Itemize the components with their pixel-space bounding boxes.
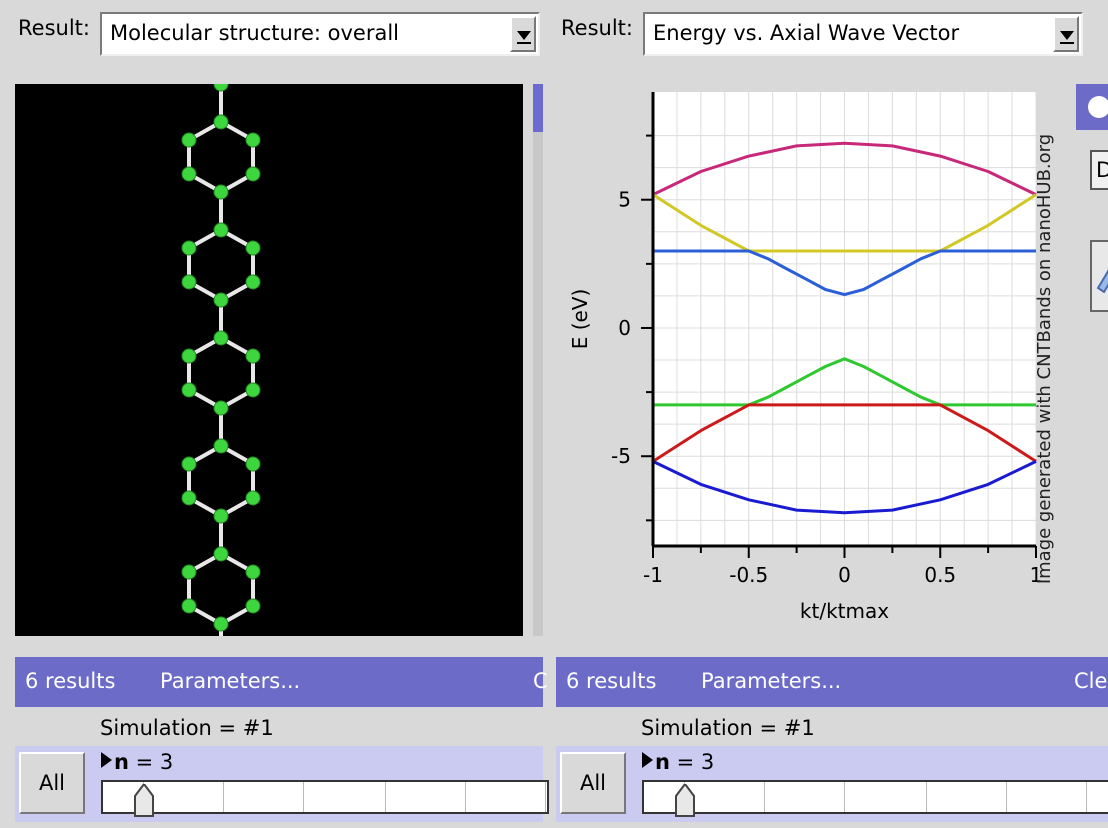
all-button[interactable]: All xyxy=(560,752,626,814)
carbon-atom xyxy=(181,166,197,182)
side-toolbar: D xyxy=(1072,84,1108,636)
molecular-structure-panel: Result: Molecular structure: overall 6 r… xyxy=(0,0,549,828)
energy-plot-panel: Result: Energy vs. Axial Wave Vector -1 -… xyxy=(543,0,1108,828)
parameter-slider-panel: All n = 3 xyxy=(556,746,1108,822)
carbon-atom xyxy=(213,222,229,238)
result-dropdown[interactable]: Energy vs. Axial Wave Vector xyxy=(643,12,1083,56)
viewer-scrollbar[interactable] xyxy=(533,84,543,636)
slider-thumb[interactable] xyxy=(133,784,155,818)
y-tick-label: 5 xyxy=(618,188,631,212)
x-tick-label: 0.5 xyxy=(924,563,956,587)
carbon-atom xyxy=(245,490,261,506)
result-label: Result: xyxy=(18,16,90,40)
x-tick-label: -1 xyxy=(643,563,663,587)
carbon-atom xyxy=(181,348,197,364)
scrollbar-thumb[interactable] xyxy=(533,84,543,132)
carbon-atom xyxy=(181,564,197,580)
pen-tool-button[interactable] xyxy=(1090,240,1108,312)
carbon-atom xyxy=(181,598,197,614)
y-tick-label: -5 xyxy=(611,444,631,468)
dropdown-arrow-icon[interactable] xyxy=(1053,16,1079,52)
energy-band-plot[interactable]: -1 -0.5 0 0.5 1 5 0 -5 kt/ktmax E (eV) Image gener… xyxy=(553,84,1058,636)
x-tick-label: -0.5 xyxy=(729,563,768,587)
results-count: 6 results xyxy=(25,669,116,693)
y-axis-label: E (eV) xyxy=(568,289,592,350)
dropdown-arrow-icon[interactable] xyxy=(510,16,536,52)
parameter-slider-panel: All n = 3 xyxy=(15,746,549,822)
carbon-atom xyxy=(245,166,261,182)
carbon-atom xyxy=(245,348,261,364)
pen-icon xyxy=(1096,269,1108,294)
clear-link[interactable]: Cle xyxy=(1074,669,1107,693)
carbon-atom xyxy=(213,438,229,454)
watermark-text: Image generated with CNTBands on nanoHUB… xyxy=(1034,134,1055,584)
toggle-icon[interactable] xyxy=(1088,96,1108,118)
side-toolbar-header xyxy=(1076,84,1108,130)
simulation-slider[interactable] xyxy=(101,780,549,817)
expand-triangle-icon[interactable] xyxy=(642,752,653,768)
band-chart: -1 -0.5 0 0.5 150-5kt/ktmaxE (eV) Image gener… xyxy=(568,92,1055,623)
carbon-atom xyxy=(213,330,229,346)
carbon-atom xyxy=(213,546,229,562)
molecule-viewer[interactable] xyxy=(15,84,523,636)
parameters-link[interactable]: Parameters... xyxy=(701,669,841,693)
carbon-atom xyxy=(245,382,261,398)
carbon-atom xyxy=(213,400,229,416)
y-tick-label: 0 xyxy=(618,316,631,340)
simulation-label: Simulation = #1 xyxy=(100,716,274,740)
result-selector-bar: Result: Molecular structure: overall xyxy=(0,8,543,56)
all-button[interactable]: All xyxy=(19,752,85,814)
carbon-atom xyxy=(245,240,261,256)
simulation-slider[interactable] xyxy=(642,780,1108,817)
carbon-atom xyxy=(213,616,229,632)
results-status-bar: 6 results Parameters... Cle xyxy=(556,657,1108,707)
carbon-atom xyxy=(181,456,197,472)
result-dropdown-value: Molecular structure: overall xyxy=(110,21,400,45)
carbon-atom xyxy=(213,292,229,308)
carbon-atom xyxy=(245,132,261,148)
carbon-atom xyxy=(181,274,197,290)
result-dropdown-value: Energy vs. Axial Wave Vector xyxy=(653,21,960,45)
parameters-link[interactable]: Parameters... xyxy=(160,669,300,693)
simulation-label: Simulation = #1 xyxy=(641,716,815,740)
carbon-atom xyxy=(245,274,261,290)
carbon-atom xyxy=(245,456,261,472)
carbon-atom xyxy=(181,490,197,506)
x-axis-label: kt/ktmax xyxy=(800,599,889,623)
n-parameter-label[interactable]: n = 3 xyxy=(101,750,173,774)
carbon-atom xyxy=(181,382,197,398)
carbon-atom xyxy=(181,240,197,256)
carbon-atom xyxy=(213,84,229,92)
results-status-bar: 6 results Parameters... C xyxy=(15,657,548,707)
carbon-atom xyxy=(213,184,229,200)
download-button[interactable]: D xyxy=(1090,150,1108,190)
results-count: 6 results xyxy=(566,669,657,693)
result-selector-bar: Result: Energy vs. Axial Wave Vector xyxy=(543,8,1108,56)
expand-triangle-icon[interactable] xyxy=(101,752,112,768)
carbon-atom xyxy=(245,598,261,614)
carbon-atom xyxy=(181,132,197,148)
nanotube-structure xyxy=(181,84,261,636)
x-tick-label: 0 xyxy=(838,563,851,587)
slider-thumb[interactable] xyxy=(674,784,696,818)
result-label: Result: xyxy=(561,16,633,40)
carbon-atom xyxy=(213,508,229,524)
carbon-atom xyxy=(213,114,229,130)
result-dropdown[interactable]: Molecular structure: overall xyxy=(100,12,540,56)
n-parameter-label[interactable]: n = 3 xyxy=(642,750,714,774)
carbon-atom xyxy=(245,564,261,580)
